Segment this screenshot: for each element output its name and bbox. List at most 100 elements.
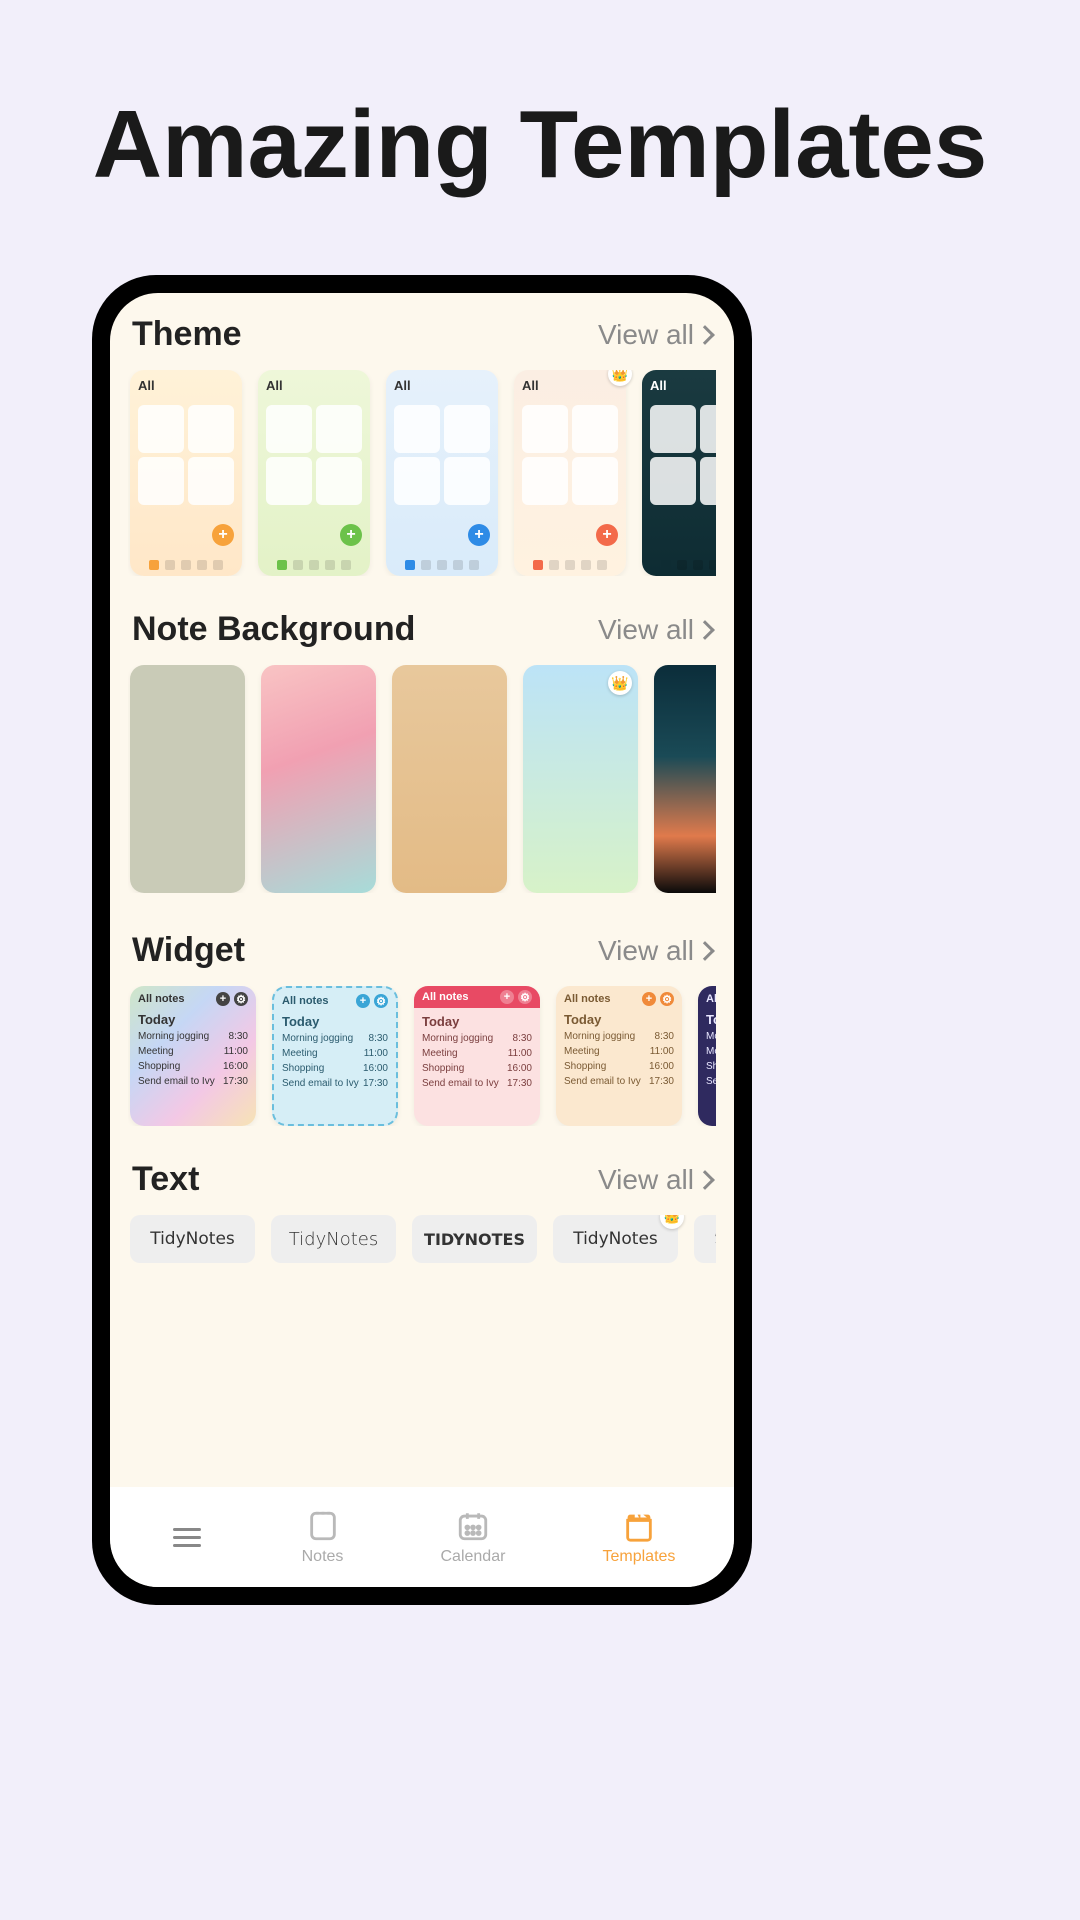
widget-list-item: Meeting11:00 bbox=[422, 1046, 532, 1061]
widget-list-item: Morning jogging8:30 bbox=[422, 1031, 532, 1046]
theme-card[interactable]: All + bbox=[386, 370, 498, 576]
widget-view-all[interactable]: View all bbox=[598, 935, 712, 967]
widget-card[interactable]: All notes +⚙ TodayMorning jogging8:30Mee… bbox=[556, 986, 682, 1126]
plus-icon: + bbox=[212, 524, 234, 546]
chevron-right-icon bbox=[695, 620, 715, 640]
nav-notes[interactable]: Notes bbox=[302, 1508, 344, 1566]
note-background-card[interactable] bbox=[261, 665, 376, 893]
theme-card[interactable]: All + bbox=[258, 370, 370, 576]
theme-preview-grid bbox=[522, 405, 618, 505]
notes-icon bbox=[305, 1508, 341, 1544]
chevron-right-icon bbox=[695, 1170, 715, 1190]
plus-icon[interactable]: + bbox=[500, 990, 514, 1004]
view-all-label: View all bbox=[598, 614, 694, 646]
bottom-nav: Notes Calendar Templates bbox=[110, 1487, 734, 1587]
widget-header: All notes + ⚙ bbox=[564, 992, 674, 1006]
text-title: Text bbox=[132, 1160, 199, 1199]
theme-preview-grid bbox=[266, 405, 362, 505]
widget-list-item: Shopping16:00 bbox=[422, 1061, 532, 1076]
widget-list-item: Meeting11:00 bbox=[564, 1044, 674, 1059]
widgets-row[interactable]: All notes +⚙ TodayMorning jogging8:30Mee… bbox=[128, 986, 716, 1126]
widget-header: All notes + ⚙ bbox=[138, 992, 248, 1006]
widget-card[interactable]: All notes +⚙ TodayMorning jogging8:30Mee… bbox=[698, 986, 716, 1126]
page-title: Amazing Templates bbox=[0, 0, 1080, 200]
text-style-card[interactable]: TIDYNOTES bbox=[412, 1215, 537, 1263]
theme-card-label: All bbox=[650, 378, 716, 393]
text-style-card[interactable]: TIDYNOTES bbox=[694, 1215, 716, 1263]
text-styles-row[interactable]: TidyNotes TidyNotes TIDYNOTES TidyNotes👑 TID… bbox=[128, 1215, 716, 1263]
plus-icon: + bbox=[340, 524, 362, 546]
phone-frame: Theme View all All + All + All + All + 👑 bbox=[92, 275, 752, 1605]
widget-list-item: Send email to Ivy17:30 bbox=[138, 1074, 248, 1089]
widget-card[interactable]: All notes + ⚙ Today Morning jogging8:30Mee… bbox=[272, 986, 398, 1126]
text-style-card[interactable]: TidyNotes bbox=[271, 1215, 396, 1263]
widget-header: All notes + ⚙ bbox=[282, 994, 388, 1008]
note-background-card[interactable] bbox=[130, 665, 245, 893]
plus-icon[interactable]: + bbox=[642, 992, 656, 1006]
widget-list-item: Meeting11:00 bbox=[706, 1044, 716, 1059]
widget-today-label: Today bbox=[422, 1014, 532, 1029]
chevron-right-icon bbox=[695, 325, 715, 345]
view-all-label: View all bbox=[598, 1164, 694, 1196]
widget-list-item: Morning jogging8:30 bbox=[138, 1029, 248, 1044]
widget-card[interactable]: All notes +⚙ TodayMorning jogging8:30Mee… bbox=[130, 986, 256, 1126]
nav-label: Notes bbox=[302, 1548, 344, 1566]
theme-card[interactable]: All + 👑 bbox=[514, 370, 626, 576]
theme-card[interactable]: All + bbox=[642, 370, 716, 576]
note-background-card[interactable]: 👑 bbox=[523, 665, 638, 893]
nav-calendar[interactable]: Calendar bbox=[440, 1508, 505, 1566]
theme-card[interactable]: All + bbox=[130, 370, 242, 576]
nav-menu[interactable] bbox=[169, 1519, 205, 1555]
view-all-label: View all bbox=[598, 935, 694, 967]
section-theme: Theme View all All + All + All + All + 👑 bbox=[110, 315, 734, 576]
gear-icon[interactable]: ⚙ bbox=[518, 990, 532, 1004]
plus-icon: + bbox=[596, 524, 618, 546]
theme-palette-dots bbox=[522, 560, 618, 570]
plus-icon[interactable]: + bbox=[356, 994, 370, 1008]
widget-list-item: Morning jogging8:30 bbox=[706, 1029, 716, 1044]
plus-icon[interactable]: + bbox=[216, 992, 230, 1006]
theme-preview-grid bbox=[650, 405, 716, 505]
note-bg-row[interactable]: 👑 bbox=[128, 665, 716, 893]
nav-templates[interactable]: Templates bbox=[603, 1508, 676, 1566]
text-view-all[interactable]: View all bbox=[598, 1164, 712, 1196]
note-background-card[interactable] bbox=[654, 665, 716, 893]
widget-card[interactable]: All notes + ⚙ Today Morning jogging8:30Mee… bbox=[414, 986, 540, 1126]
section-note-background: Note Background View all 👑 bbox=[110, 610, 734, 893]
note-bg-title: Note Background bbox=[132, 610, 415, 649]
widget-today-label: Today bbox=[282, 1014, 388, 1029]
widget-tab-label: All notes bbox=[564, 993, 610, 1005]
hamburger-icon bbox=[169, 1519, 205, 1555]
widget-header: All notes + ⚙ bbox=[414, 986, 540, 1008]
note-bg-view-all[interactable]: View all bbox=[598, 614, 712, 646]
phone-screen: Theme View all All + All + All + All + 👑 bbox=[110, 293, 734, 1587]
widget-list-item: Shopping16:00 bbox=[282, 1061, 388, 1076]
widget-list-item: Morning jogging8:30 bbox=[282, 1031, 388, 1046]
widget-list-item: Meeting11:00 bbox=[282, 1046, 388, 1061]
note-background-card[interactable] bbox=[392, 665, 507, 893]
gear-icon[interactable]: ⚙ bbox=[234, 992, 248, 1006]
section-widget: Widget View all All notes + ⚙ Today Mornin… bbox=[110, 931, 734, 1126]
theme-card-label: All bbox=[266, 378, 362, 393]
text-style-card[interactable]: TidyNotes👑 bbox=[553, 1215, 678, 1263]
themes-row[interactable]: All + All + All + All + 👑 All + bbox=[128, 370, 716, 576]
widget-list-item: Meeting11:00 bbox=[138, 1044, 248, 1059]
theme-preview-grid bbox=[394, 405, 490, 505]
nav-label: Calendar bbox=[440, 1548, 505, 1566]
widget-list-item: Send email to Ivy17:30 bbox=[706, 1074, 716, 1089]
widget-title: Widget bbox=[132, 931, 245, 970]
text-style-card[interactable]: TidyNotes bbox=[130, 1215, 255, 1263]
widget-list-item: Morning jogging8:30 bbox=[564, 1029, 674, 1044]
widget-list-item: Send email to Ivy17:30 bbox=[282, 1076, 388, 1091]
widget-tab-label: All notes bbox=[422, 991, 468, 1003]
widget-list-item: Shopping16:00 bbox=[138, 1059, 248, 1074]
theme-view-all[interactable]: View all bbox=[598, 319, 712, 351]
theme-card-label: All bbox=[394, 378, 490, 393]
calendar-icon bbox=[455, 1508, 491, 1544]
gear-icon[interactable]: ⚙ bbox=[660, 992, 674, 1006]
theme-preview-grid bbox=[138, 405, 234, 505]
widget-tab-label: All notes bbox=[282, 995, 328, 1007]
widget-list-item: Send email to Ivy17:30 bbox=[422, 1076, 532, 1091]
widget-tab-label: All notes bbox=[138, 993, 184, 1005]
gear-icon[interactable]: ⚙ bbox=[374, 994, 388, 1008]
